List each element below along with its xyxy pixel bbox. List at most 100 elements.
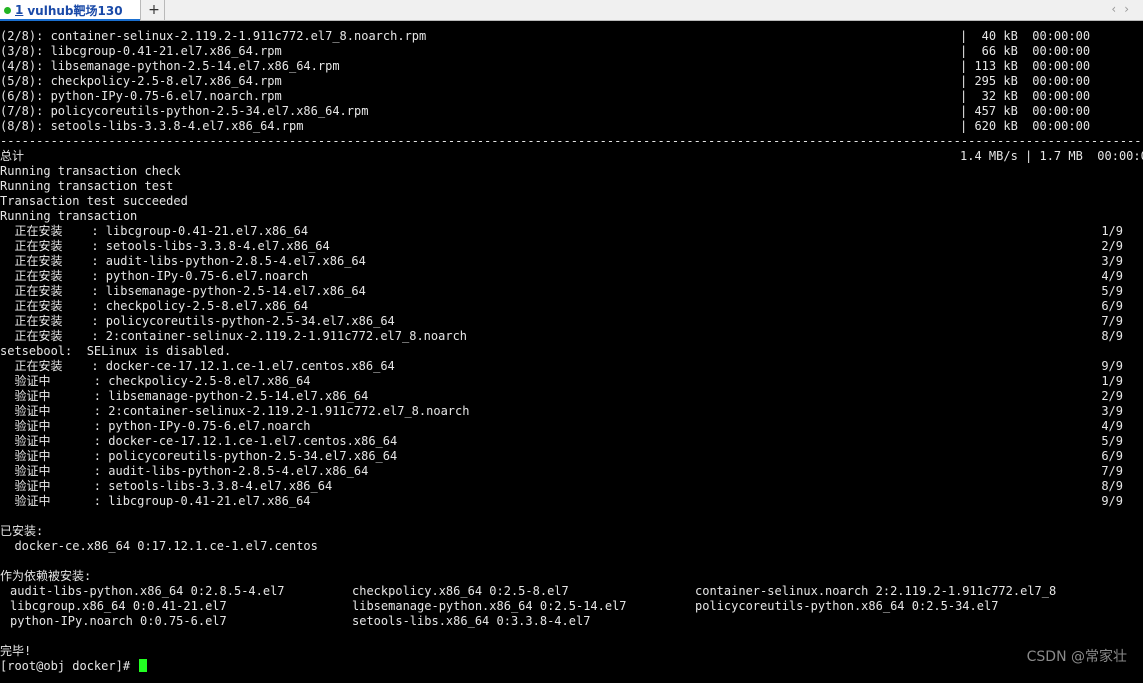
verify-count: 1/9 <box>1101 374 1123 388</box>
verify-action: 验证中 : libcgroup-0.41-21.el7.x86_64 <box>0 494 311 508</box>
verify-line: 验证中 : setools-libs-3.3.8-4.el7.x86_64 8/9 <box>0 479 1135 494</box>
verify-count: 6/9 <box>1101 449 1123 463</box>
status-line: Transaction test succeeded <box>0 194 1135 209</box>
tab-title: vulhub靶场130 <box>27 3 123 18</box>
install-line: 正在安装 : audit-libs-python-2.8.5-4.el7.x86… <box>0 254 1135 269</box>
verify-action: 验证中 : python-IPy-0.75-6.el7.noarch <box>0 419 311 433</box>
install-line: 正在安装 : checkpolicy-2.5-8.el7.x86_64 6/9 <box>0 299 1135 314</box>
done-message: 完毕! <box>0 644 32 658</box>
download-line: (5/8): checkpolicy-2.5-8.el7.x86_64.rpm |… <box>0 74 1135 89</box>
verify-line: 验证中 : audit-libs-python-2.8.5-4.el7.x86_… <box>0 464 1135 479</box>
tab-scroll-arrows[interactable]: ‹› <box>1111 2 1137 16</box>
installed-package: docker-ce.x86_64 0:17.12.1.ce-1.el7.cent… <box>0 539 318 553</box>
dependency-package: python-IPy.noarch 0:0.75-6.el7 <box>10 614 227 628</box>
setsebool-message: setsebool: SELinux is disabled. <box>0 344 232 358</box>
install-line: 正在安装 : libcgroup-0.41-21.el7.x86_64 1/9 <box>0 224 1135 239</box>
verify-line: 验证中 : checkpolicy-2.5-8.el7.x86_64 1/9 <box>0 374 1135 389</box>
install-count: 3/9 <box>1101 254 1123 268</box>
deps-heading-line: 作为依赖被安装: <box>0 569 1135 584</box>
verify-action: 验证中 : 2:container-selinux-2.119.2-1.911c… <box>0 404 470 418</box>
install-count: 9/9 <box>1101 359 1123 373</box>
deps-heading: 作为依赖被安装: <box>0 569 92 583</box>
separator-line: ----------------------------------------… <box>0 134 1142 149</box>
install-action: 正在安装 : python-IPy-0.75-6.el7.noarch <box>0 269 309 283</box>
tab-number: 1 <box>15 3 24 17</box>
install-action: 正在安装 : setools-libs-3.3.8-4.el7.x86_64 <box>0 239 330 253</box>
verify-count: 2/9 <box>1101 389 1123 403</box>
download-line: (7/8): policycoreutils-python-2.5-34.el7… <box>0 104 1135 119</box>
download-line: (2/8): container-selinux-2.119.2-1.911c7… <box>0 29 1135 44</box>
session-tab[interactable]: 1 vulhub靶场130 <box>0 0 141 21</box>
verify-count: 8/9 <box>1101 479 1123 493</box>
download-size: | 66 kB 00:00:00 <box>960 44 1091 58</box>
download-size: | 620 kB 00:00:00 <box>960 119 1091 133</box>
install-count: 1/9 <box>1101 224 1123 238</box>
status-line: Running transaction check <box>0 164 1135 179</box>
tab-bar: 1 vulhub靶场130 + ‹› <box>0 0 1143 21</box>
install-count: 4/9 <box>1101 269 1123 283</box>
install-line: 正在安装 : docker-ce-17.12.1.ce-1.el7.centos… <box>0 359 1135 374</box>
verify-line: 验证中 : policycoreutils-python-2.5-34.el7.… <box>0 449 1135 464</box>
install-action: 正在安装 : audit-libs-python-2.8.5-4.el7.x86… <box>0 254 366 268</box>
download-size: | 113 kB 00:00:00 <box>960 59 1091 73</box>
verify-line: 验证中 : libsemanage-python-2.5-14.el7.x86_… <box>0 389 1135 404</box>
install-line: 正在安装 : setools-libs-3.3.8-4.el7.x86_64 2/… <box>0 239 1135 254</box>
status-text: Transaction test succeeded <box>0 194 188 208</box>
install-line: 正在安装 : libsemanage-python-2.5-14.el7.x86… <box>0 284 1135 299</box>
verify-action: 验证中 : libsemanage-python-2.5-14.el7.x86_… <box>0 389 369 403</box>
download-line: (3/8): libcgroup-0.41-21.el7.x86_64.rpm |… <box>0 44 1135 59</box>
deps-row: audit-libs-python.x86_64 0:2.8.5-4.el7 ch… <box>0 584 1135 599</box>
verify-count: 3/9 <box>1101 404 1123 418</box>
dependency-package: audit-libs-python.x86_64 0:2.8.5-4.el7 <box>10 584 285 598</box>
dependency-package: container-selinux.noarch 2:2.119.2-1.911… <box>695 584 1057 598</box>
chevron-left-icon[interactable]: ‹ <box>1111 2 1124 16</box>
total-stats: 1.4 MB/s | 1.7 MB 00:00:01 <box>960 149 1143 163</box>
status-line: Running transaction test <box>0 179 1135 194</box>
verify-count: 4/9 <box>1101 419 1123 433</box>
verify-count: 7/9 <box>1101 464 1123 478</box>
download-size: | 32 kB 00:00:00 <box>960 89 1091 103</box>
download-size: | 40 kB 00:00:00 <box>960 29 1091 43</box>
setsebool-line: setsebool: SELinux is disabled. <box>0 344 1135 359</box>
download-line: (6/8): python-IPy-0.75-6.el7.noarch.rpm |… <box>0 89 1135 104</box>
terminal-output[interactable]: (2/8): container-selinux-2.119.2-1.911c7… <box>0 22 1143 683</box>
verify-line: 验证中 : python-IPy-0.75-6.el7.noarch 4/9 <box>0 419 1135 434</box>
installed-heading-line: 已安装: <box>0 524 1135 539</box>
shell-prompt: [root@obj docker]# <box>0 659 148 674</box>
prompt-line: [root@obj docker]# <box>0 659 1135 674</box>
active-tab-indicator <box>0 19 140 21</box>
installed-item-line: docker-ce.x86_64 0:17.12.1.ce-1.el7.cent… <box>0 539 1135 554</box>
verify-line: 验证中 : 2:container-selinux-2.119.2-1.911c… <box>0 404 1135 419</box>
install-action: 正在安装 : checkpolicy-2.5-8.el7.x86_64 <box>0 299 309 313</box>
add-tab-button[interactable]: + <box>144 0 165 20</box>
separator: ----------------------------------------… <box>0 134 1142 148</box>
status-line: Running transaction <box>0 209 1135 224</box>
package-filename: (7/8): policycoreutils-python-2.5-34.el7… <box>0 104 369 118</box>
package-filename: (4/8): libsemanage-python-2.5-14.el7.x86… <box>0 59 340 73</box>
status-text: Running transaction check <box>0 164 181 178</box>
verify-count: 9/9 <box>1101 494 1123 508</box>
dependency-package: libcgroup.x86_64 0:0.41-21.el7 <box>10 599 227 613</box>
deps-row: libcgroup.x86_64 0:0.41-21.el7 libsemanag… <box>0 599 1135 614</box>
install-count: 2/9 <box>1101 239 1123 253</box>
chevron-right-icon[interactable]: › <box>1124 2 1137 16</box>
package-filename: (8/8): setools-libs-3.3.8-4.el7.x86_64.r… <box>0 119 304 133</box>
verify-action: 验证中 : setools-libs-3.3.8-4.el7.x86_64 <box>0 479 333 493</box>
installed-heading: 已安装: <box>0 524 44 538</box>
install-count: 7/9 <box>1101 314 1123 328</box>
install-action: 正在安装 : libsemanage-python-2.5-14.el7.x86… <box>0 284 366 298</box>
install-action: 正在安装 : libcgroup-0.41-21.el7.x86_64 <box>0 224 309 238</box>
connected-status-icon <box>4 6 11 14</box>
dependency-package: libsemanage-python.x86_64 0:2.5-14.el7 <box>352 599 627 613</box>
watermark: CSDN @常家壮 <box>1026 649 1127 665</box>
package-filename: (5/8): checkpolicy-2.5-8.el7.x86_64.rpm <box>0 74 282 88</box>
verify-line: 验证中 : libcgroup-0.41-21.el7.x86_64 9/9 <box>0 494 1135 509</box>
deps-row: python-IPy.noarch 0:0.75-6.el7 setools-li… <box>0 614 1135 629</box>
dependency-package: setools-libs.x86_64 0:3.3.8-4.el7 <box>352 614 591 628</box>
total-line: 总计 1.4 MB/s | 1.7 MB 00:00:01 <box>0 149 1143 164</box>
install-count: 5/9 <box>1101 284 1123 298</box>
install-count: 8/9 <box>1101 329 1123 343</box>
terminal-cursor <box>139 659 148 672</box>
